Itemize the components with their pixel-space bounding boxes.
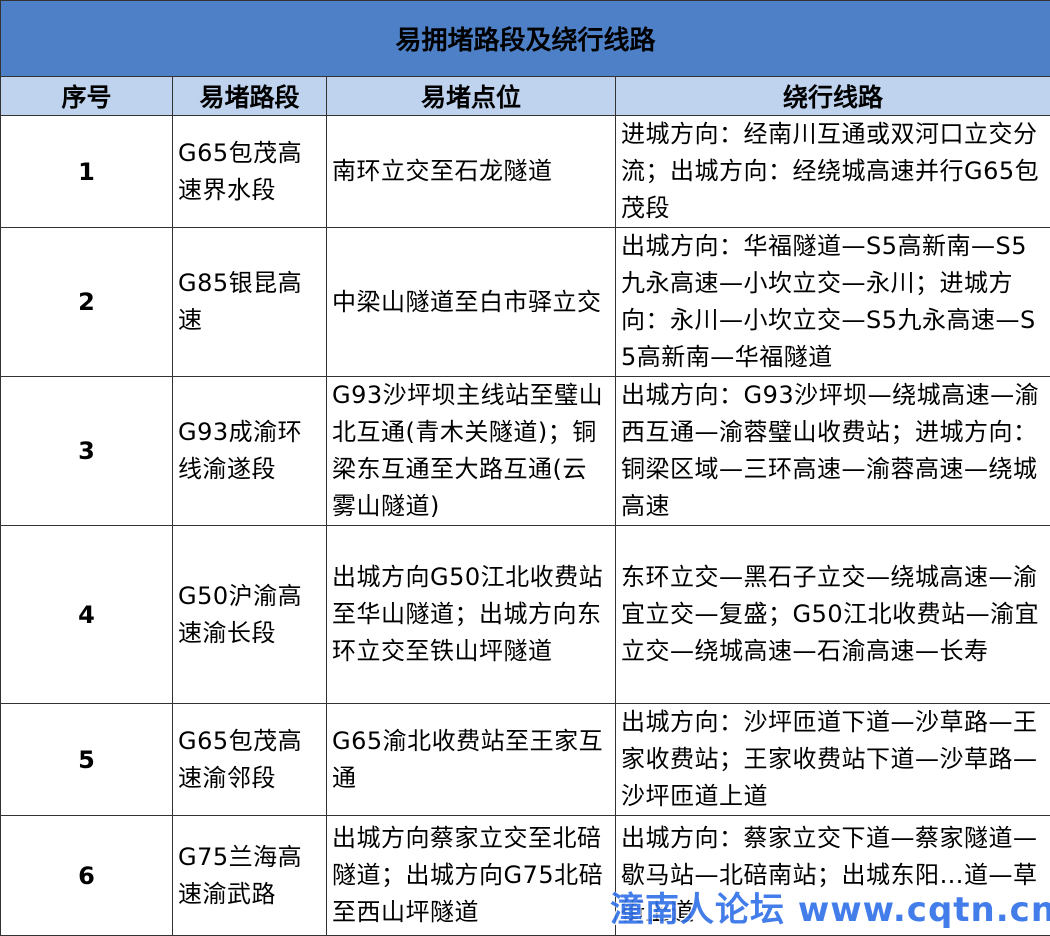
congestion-table: 易拥堵路段及绕行线路 序号 易堵路段 易堵点位 绕行线路 1 G65包茂高速界水… (0, 0, 1050, 936)
table-row: 3 G93成渝环线渝遂段 G93沙坪坝主线站至璧山北互通(青木关隧道)；铜梁东互… (1, 377, 1050, 526)
congestion-spot: 出城方向G50江北收费站至华山隧道；出城方向东环立交至铁山坪隧道 (327, 526, 616, 704)
congestion-spot: 出城方向蔡家立交至北碚隧道；出城方向G75北碚至西山坪隧道 (327, 816, 616, 936)
congestion-spot: G65渝北收费站至王家互通 (327, 704, 616, 816)
detour-route: 出城方向：沙坪匝道下道—沙草路—王家收费站；王家收费站下道—沙草路—沙坪匝道上道 (616, 704, 1050, 816)
header-road: 易堵路段 (173, 77, 327, 116)
detour-route: 进城方向：经南川互通或双河口立交分流；出城方向：经绕城高速并行G65包茂段 (616, 116, 1050, 228)
road-section: G65包茂高速界水段 (173, 116, 327, 228)
row-number: 2 (1, 228, 173, 377)
table-row: 1 G65包茂高速界水段 南环立交至石龙隧道 进城方向：经南川互通或双河口立交分… (1, 116, 1050, 228)
header-no: 序号 (1, 77, 173, 116)
row-number: 4 (1, 526, 173, 704)
row-number: 3 (1, 377, 173, 526)
road-section: G50沪渝高速渝长段 (173, 526, 327, 704)
row-number: 5 (1, 704, 173, 816)
forum-watermark: 潼南人论坛 www.cqtn.cn (610, 882, 1050, 928)
table-title: 易拥堵路段及绕行线路 (1, 1, 1050, 77)
row-number: 1 (1, 116, 173, 228)
table-row: 4 G50沪渝高速渝长段 出城方向G50江北收费站至华山隧道；出城方向东环立交至… (1, 526, 1050, 704)
road-section: G93成渝环线渝遂段 (173, 377, 327, 526)
table-row: 5 G65包茂高速渝邻段 G65渝北收费站至王家互通 出城方向：沙坪匝道下道—沙… (1, 704, 1050, 816)
congestion-spot: 南环立交至石龙隧道 (327, 116, 616, 228)
detour-route: 出城方向：华福隧道—S5高新南—S5九永高速—小坎立交—永川；进城方向：永川—小… (616, 228, 1050, 377)
detour-route: 东环立交—黑石子立交—绕城高速—渝宜立交—复盛；G50江北收费站—渝宜立交—绕城… (616, 526, 1050, 704)
congestion-spot: G93沙坪坝主线站至璧山北互通(青木关隧道)；铜梁东互通至大路互通(云雾山隧道) (327, 377, 616, 526)
congestion-spot: 中梁山隧道至白市驿立交 (327, 228, 616, 377)
table-row: 2 G85银昆高速 中梁山隧道至白市驿立交 出城方向：华福隧道—S5高新南—S5… (1, 228, 1050, 377)
detour-route: 出城方向：G93沙坪坝—绕城高速—渝西互通—渝蓉璧山收费站；进城方向：铜梁区域—… (616, 377, 1050, 526)
row-number: 6 (1, 816, 173, 936)
road-section: G65包茂高速渝邻段 (173, 704, 327, 816)
road-section: G85银昆高速 (173, 228, 327, 377)
road-section: G75兰海高速渝武路 (173, 816, 327, 936)
header-spot: 易堵点位 (327, 77, 616, 116)
header-detour: 绕行线路 (616, 77, 1050, 116)
